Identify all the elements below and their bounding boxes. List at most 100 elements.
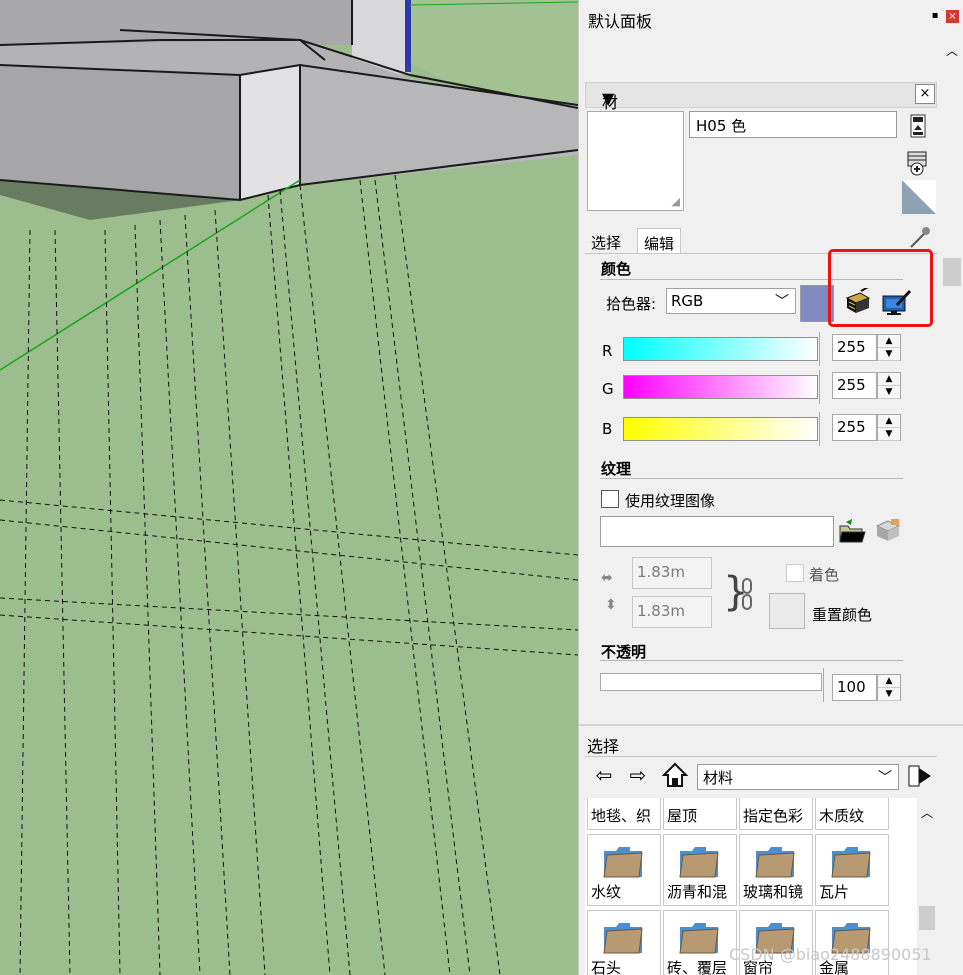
folder-icon xyxy=(679,847,719,878)
highlight-box xyxy=(828,249,933,327)
browser-rule xyxy=(585,756,937,757)
spin-up-icon[interactable]: ▲ xyxy=(878,415,900,428)
forward-arrow-icon[interactable]: ⇨ xyxy=(625,762,651,788)
list-item[interactable]: 瓦片 xyxy=(815,834,889,906)
channel-b-input[interactable]: 255 xyxy=(832,414,877,441)
list-item[interactable]: 屋顶 xyxy=(663,798,737,830)
scroll-up-icon[interactable]: ︿ xyxy=(921,804,933,821)
eyedropper-icon[interactable] xyxy=(908,224,932,250)
slider-end-mark xyxy=(819,370,822,404)
reset-color-label: 重置颜色 xyxy=(812,606,873,624)
use-texture-checkbox[interactable] xyxy=(601,490,619,508)
tab-edit[interactable]: 编辑 xyxy=(637,228,682,254)
list-item[interactable]: 地毯、织 xyxy=(587,798,661,830)
chevron-down-icon: ﹀ xyxy=(878,770,892,786)
collection-select[interactable]: 材料 ﹀ xyxy=(697,764,899,790)
channel-g-spinner[interactable]: ▲ ▼ xyxy=(877,372,901,399)
browser-header: 选择 xyxy=(585,730,937,756)
folder-icon xyxy=(603,923,643,954)
model-drawing xyxy=(0,0,578,975)
channel-r-label: R xyxy=(602,342,613,360)
spin-down-icon[interactable]: ▼ xyxy=(878,348,900,361)
opacity-slider[interactable] xyxy=(600,673,822,691)
collection-value: 材料 xyxy=(703,769,734,787)
color-picker-value: RGB xyxy=(671,292,704,310)
spin-down-icon[interactable]: ▼ xyxy=(878,688,900,701)
texture-path-field[interactable] xyxy=(600,516,834,547)
browser-title: 选择 xyxy=(587,737,620,756)
panel-scrollbar[interactable]: ︿ xyxy=(941,36,963,726)
list-item[interactable]: 木质纹 xyxy=(815,798,889,830)
colorize-label: 着色 xyxy=(809,566,840,584)
reset-color-swatch[interactable] xyxy=(769,593,805,629)
panel-close-button[interactable]: × xyxy=(946,10,959,23)
link-chain-icon[interactable] xyxy=(740,577,754,611)
opacity-spinner[interactable]: ▲ ▼ xyxy=(877,674,901,701)
list-item[interactable]: 金属 xyxy=(815,910,889,975)
channel-g-label: G xyxy=(602,380,614,398)
slider-end-mark xyxy=(819,412,822,446)
channel-r-slider[interactable] xyxy=(623,337,818,361)
scroll-up-icon[interactable]: ︿ xyxy=(946,42,958,59)
color-section-label: 颜色 xyxy=(601,260,632,278)
folder-icon xyxy=(603,847,643,878)
list-item[interactable]: 窗帘 xyxy=(739,910,813,975)
list-item[interactable]: 水纹 xyxy=(587,834,661,906)
edit-texture-icon[interactable] xyxy=(875,518,901,544)
grid-scroll-thumb[interactable] xyxy=(919,906,935,930)
watermark: CSDN @biao2488890051 xyxy=(729,945,932,964)
opacity-section-label: 不透明 xyxy=(601,643,647,661)
panel-title: 默认面板 xyxy=(588,12,653,31)
width-arrow-icon: ⬌ xyxy=(601,570,613,586)
spin-up-icon[interactable]: ▲ xyxy=(878,335,900,348)
materials-section-header[interactable]: ▼ 材料 xyxy=(585,82,937,136)
texture-rule xyxy=(600,478,903,479)
colorize-checkbox[interactable] xyxy=(786,564,804,582)
list-item[interactable]: 指定色彩 xyxy=(739,798,813,830)
show-secondary-pane-icon[interactable] xyxy=(909,114,927,138)
folder-icon xyxy=(679,923,719,954)
list-item[interactable]: 玻璃和镜 xyxy=(739,834,813,906)
panel-title-bar: 默认面板 ▪ × xyxy=(579,0,963,36)
home-icon[interactable] xyxy=(661,762,689,788)
opacity-input[interactable]: 100 xyxy=(832,674,877,701)
material-name-field[interactable]: H05 色 xyxy=(689,111,897,138)
model-viewport[interactable] xyxy=(0,0,578,975)
texture-section-label: 纹理 xyxy=(601,460,632,478)
resize-grip-icon: ◢ xyxy=(671,195,680,208)
folder-icon xyxy=(755,847,795,878)
create-material-icon[interactable] xyxy=(905,148,933,176)
browse-folder-icon[interactable] xyxy=(838,518,866,546)
list-item[interactable]: 砖、覆层 xyxy=(663,910,737,975)
opacity-rule xyxy=(600,660,903,661)
pin-icon[interactable]: ▪ xyxy=(929,10,941,22)
spin-up-icon[interactable]: ▲ xyxy=(878,373,900,386)
channel-b-spinner[interactable]: ▲ ▼ xyxy=(877,414,901,441)
texture-height-input[interactable]: 1.83m xyxy=(632,596,712,628)
section-divider xyxy=(579,724,963,726)
spin-up-icon[interactable]: ▲ xyxy=(878,675,900,688)
channel-g-slider[interactable] xyxy=(623,375,818,399)
spin-down-icon[interactable]: ▼ xyxy=(878,428,900,441)
back-arrow-icon[interactable]: ⇦ xyxy=(591,762,617,788)
channel-g-input[interactable]: 255 xyxy=(832,372,877,399)
channel-b-slider[interactable] xyxy=(623,417,818,441)
color-picker-select[interactable]: RGB ﹀ xyxy=(666,288,796,314)
scroll-thumb[interactable] xyxy=(943,258,961,286)
channel-r-input[interactable]: 255 xyxy=(832,334,877,361)
texture-width-input[interactable]: 1.83m xyxy=(632,557,712,589)
height-arrow-icon: ⬍ xyxy=(605,597,617,613)
details-arrow-icon[interactable] xyxy=(907,764,933,788)
use-texture-label: 使用纹理图像 xyxy=(625,492,716,510)
slider-end-mark xyxy=(819,332,822,366)
tab-select[interactable]: 选择 xyxy=(585,228,627,254)
color-picker-label: 拾色器: xyxy=(606,295,657,313)
chevron-down-icon: ﹀ xyxy=(775,294,789,310)
channel-r-spinner[interactable]: ▲ ▼ xyxy=(877,334,901,361)
default-material-icon[interactable] xyxy=(902,180,936,214)
default-tray-panel: 默认面板 ▪ × ︿ ▼ 材料 × ◢ H05 色 选择 编辑 颜色 拾色器: … xyxy=(578,0,963,975)
materials-close-button[interactable]: × xyxy=(915,84,935,104)
list-item[interactable]: 石头 xyxy=(587,910,661,975)
spin-down-icon[interactable]: ▼ xyxy=(878,386,900,399)
list-item[interactable]: 沥青和混 xyxy=(663,834,737,906)
